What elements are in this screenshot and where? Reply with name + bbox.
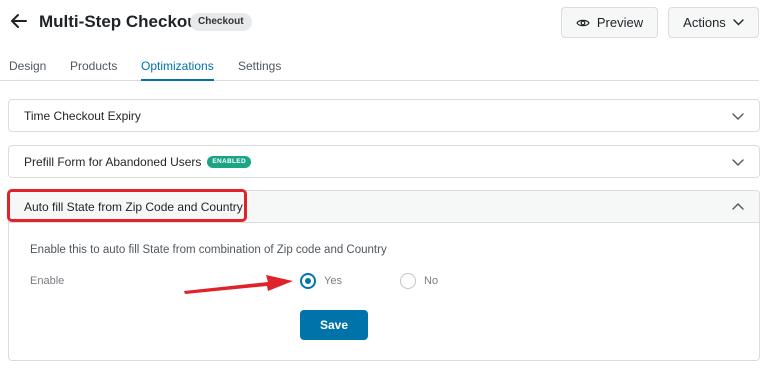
actions-label: Actions bbox=[683, 15, 726, 30]
enable-label: Enable bbox=[30, 275, 65, 287]
panel-header[interactable]: Auto fill State from Zip Code and Countr… bbox=[7, 189, 759, 223]
annotation-arrow-icon bbox=[184, 275, 293, 294]
panel-time-checkout-expiry: Time Checkout Expiry bbox=[8, 99, 760, 132]
preview-button[interactable]: Preview bbox=[561, 7, 658, 38]
tab-bar: Design Products Optimizations Settings bbox=[0, 59, 759, 81]
preview-label: Preview bbox=[596, 15, 644, 30]
panel-prefill-form: Prefill Form for Abandoned Users ENABLED bbox=[8, 145, 760, 178]
eye-icon bbox=[576, 19, 590, 26]
tab-products[interactable]: Products bbox=[70, 59, 117, 81]
chevron-down-icon bbox=[733, 19, 744, 26]
save-button[interactable]: Save bbox=[300, 310, 368, 340]
chevron-down-icon bbox=[732, 113, 744, 120]
radio-yes[interactable] bbox=[300, 273, 316, 289]
checkout-type-badge: Checkout bbox=[190, 13, 252, 31]
page-title: Multi-Step Checkout bbox=[39, 12, 204, 31]
panel-header[interactable]: Prefill Form for Abandoned Users ENABLED bbox=[9, 146, 759, 177]
chevron-up-icon bbox=[732, 203, 744, 210]
enabled-badge: ENABLED bbox=[207, 155, 251, 168]
tab-optimizations[interactable]: Optimizations bbox=[141, 59, 214, 81]
tab-settings[interactable]: Settings bbox=[238, 59, 281, 81]
panel-header[interactable]: Time Checkout Expiry bbox=[9, 100, 759, 131]
annotation-highlight-box bbox=[7, 189, 247, 222]
back-arrow-icon[interactable] bbox=[9, 11, 29, 31]
tab-design[interactable]: Design bbox=[9, 59, 46, 81]
actions-button[interactable]: Actions bbox=[668, 7, 759, 38]
panel-title: Prefill Form for Abandoned Users bbox=[24, 154, 202, 169]
page-header: Multi-Step Checkout Checkout Preview Act… bbox=[0, 0, 768, 46]
panel-auto-fill-state: Auto fill State from Zip Code and Countr… bbox=[7, 189, 760, 361]
radio-no-label: No bbox=[424, 275, 439, 287]
chevron-down-icon bbox=[732, 159, 744, 166]
setting-description: Enable this to auto fill State from comb… bbox=[30, 244, 387, 256]
panel-title: Time Checkout Expiry bbox=[24, 108, 141, 123]
radio-no[interactable] bbox=[400, 273, 416, 289]
radio-yes-label: Yes bbox=[324, 275, 342, 287]
